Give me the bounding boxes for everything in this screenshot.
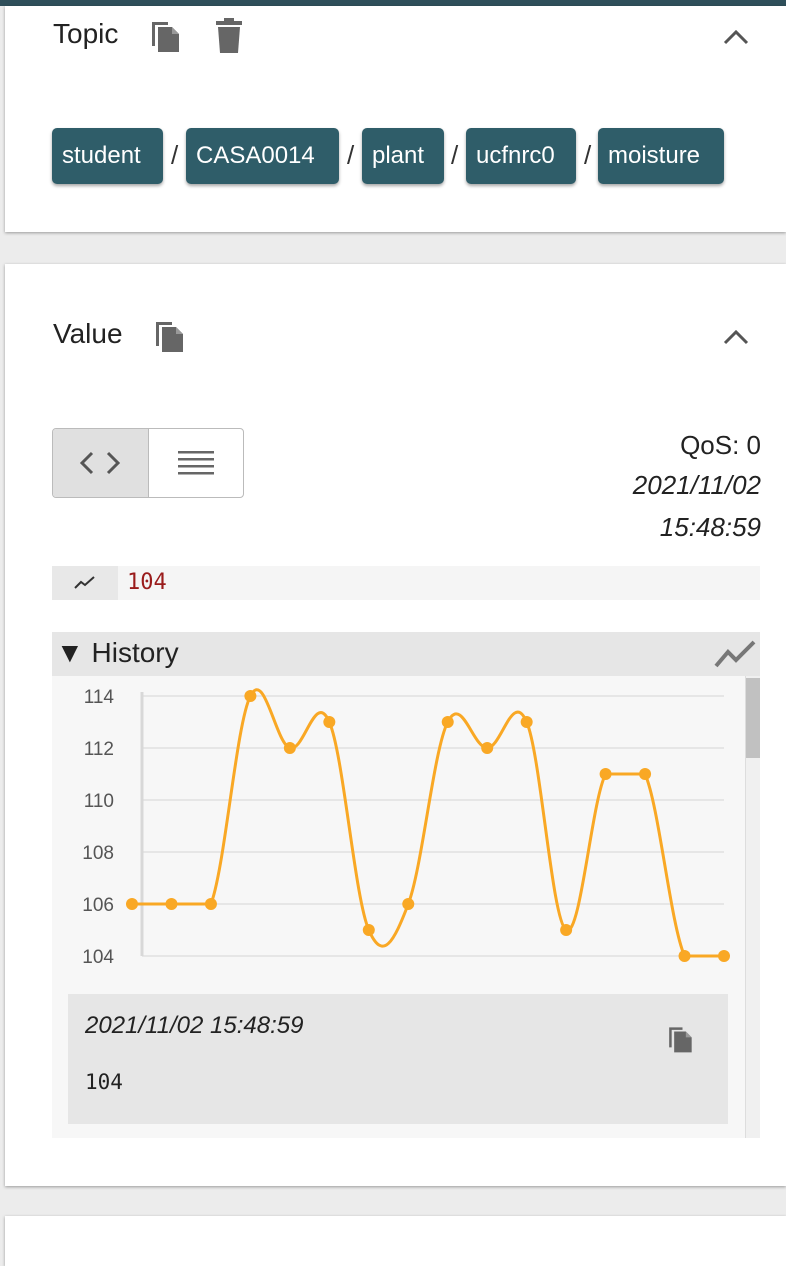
series-line bbox=[132, 688, 724, 958]
topic-separator: / bbox=[451, 140, 459, 170]
topic-chip-ucfnrc0[interactable]: ucfnrc0 bbox=[466, 128, 576, 184]
data-point[interactable] bbox=[441, 716, 454, 728]
y-tick-label: 114 bbox=[84, 687, 115, 708]
selected-value: 104 bbox=[85, 1070, 123, 1094]
code-view-icon bbox=[80, 451, 121, 475]
view-mode-toggle bbox=[52, 428, 244, 498]
data-point[interactable] bbox=[204, 898, 217, 910]
data-point[interactable] bbox=[165, 898, 178, 910]
trend-icon bbox=[52, 566, 118, 600]
topic-chip-plant[interactable]: plant bbox=[362, 128, 444, 184]
y-tick-label: 112 bbox=[84, 739, 114, 760]
current-value: 104 bbox=[127, 570, 167, 595]
scrollbar-thumb[interactable] bbox=[746, 678, 760, 758]
data-point[interactable] bbox=[481, 742, 494, 754]
topic-chip-student[interactable]: student bbox=[52, 128, 163, 184]
topic-chip-moisture[interactable]: moisture bbox=[598, 128, 724, 184]
history-toggle[interactable]: ▼ History bbox=[56, 637, 179, 669]
selected-message-detail: 2021/11/02 15:48:59 104 bbox=[68, 994, 728, 1124]
history-chart: 114 112 110 108 106 104 bbox=[82, 687, 730, 968]
data-point[interactable] bbox=[362, 924, 375, 936]
copy-icon[interactable] bbox=[151, 316, 187, 356]
collapse-value-chevron-up-icon[interactable] bbox=[719, 322, 753, 352]
data-point[interactable] bbox=[678, 950, 691, 962]
history-scrollbar[interactable] bbox=[745, 676, 760, 1138]
delete-icon[interactable] bbox=[211, 16, 247, 56]
value-title: Value bbox=[53, 318, 123, 349]
line-chart-icon[interactable] bbox=[714, 638, 756, 675]
topic-separator: / bbox=[171, 140, 179, 170]
data-point[interactable] bbox=[639, 768, 652, 780]
history-panel: 114 112 110 108 106 104 2021/11/02 15:48:59 1… bbox=[52, 676, 760, 1138]
message-time: 15:48:59 bbox=[659, 512, 761, 542]
data-point[interactable] bbox=[599, 768, 612, 780]
value-panel: Value QoS: 0 2021/11/02 15:48:59 104 ▼ H… bbox=[5, 264, 786, 1186]
topic-separator: / bbox=[584, 140, 592, 170]
collapse-topic-chevron-up-icon[interactable] bbox=[719, 22, 753, 52]
y-tick-label: 108 bbox=[82, 843, 114, 864]
y-tick-label: 104 bbox=[82, 947, 114, 968]
topic-title: Topic bbox=[53, 18, 119, 49]
raw-text-view-icon bbox=[177, 451, 214, 475]
data-point[interactable] bbox=[560, 924, 573, 936]
history-label: History bbox=[91, 637, 179, 668]
raw-view-button[interactable] bbox=[149, 429, 244, 497]
topic-chip-casa0014[interactable]: CASA0014 bbox=[186, 128, 339, 184]
next-panel bbox=[5, 1216, 786, 1266]
data-point[interactable] bbox=[718, 950, 730, 962]
copy-icon[interactable] bbox=[666, 1024, 694, 1059]
history-header[interactable]: ▼ History bbox=[52, 632, 760, 676]
data-point[interactable] bbox=[283, 742, 296, 754]
qos-label: QoS: 0 bbox=[680, 430, 761, 460]
y-tick-label: 106 bbox=[82, 895, 114, 916]
data-point[interactable] bbox=[244, 690, 257, 702]
copy-icon[interactable] bbox=[147, 16, 183, 56]
data-point[interactable] bbox=[520, 716, 533, 728]
data-point[interactable] bbox=[402, 898, 415, 910]
data-point[interactable] bbox=[323, 716, 336, 728]
message-date: 2021/11/02 bbox=[632, 470, 761, 500]
selected-timestamp: 2021/11/02 15:48:59 bbox=[85, 1012, 304, 1039]
code-view-button[interactable] bbox=[53, 429, 149, 497]
topic-panel: Topic student / CASA0014 / plant / ucfnr… bbox=[5, 6, 786, 232]
expand-triangle-icon: ▼ bbox=[56, 637, 84, 668]
topic-separator: / bbox=[347, 140, 355, 170]
y-tick-label: 110 bbox=[84, 791, 114, 812]
data-point[interactable] bbox=[126, 898, 138, 910]
value-display: 104 bbox=[52, 566, 760, 600]
